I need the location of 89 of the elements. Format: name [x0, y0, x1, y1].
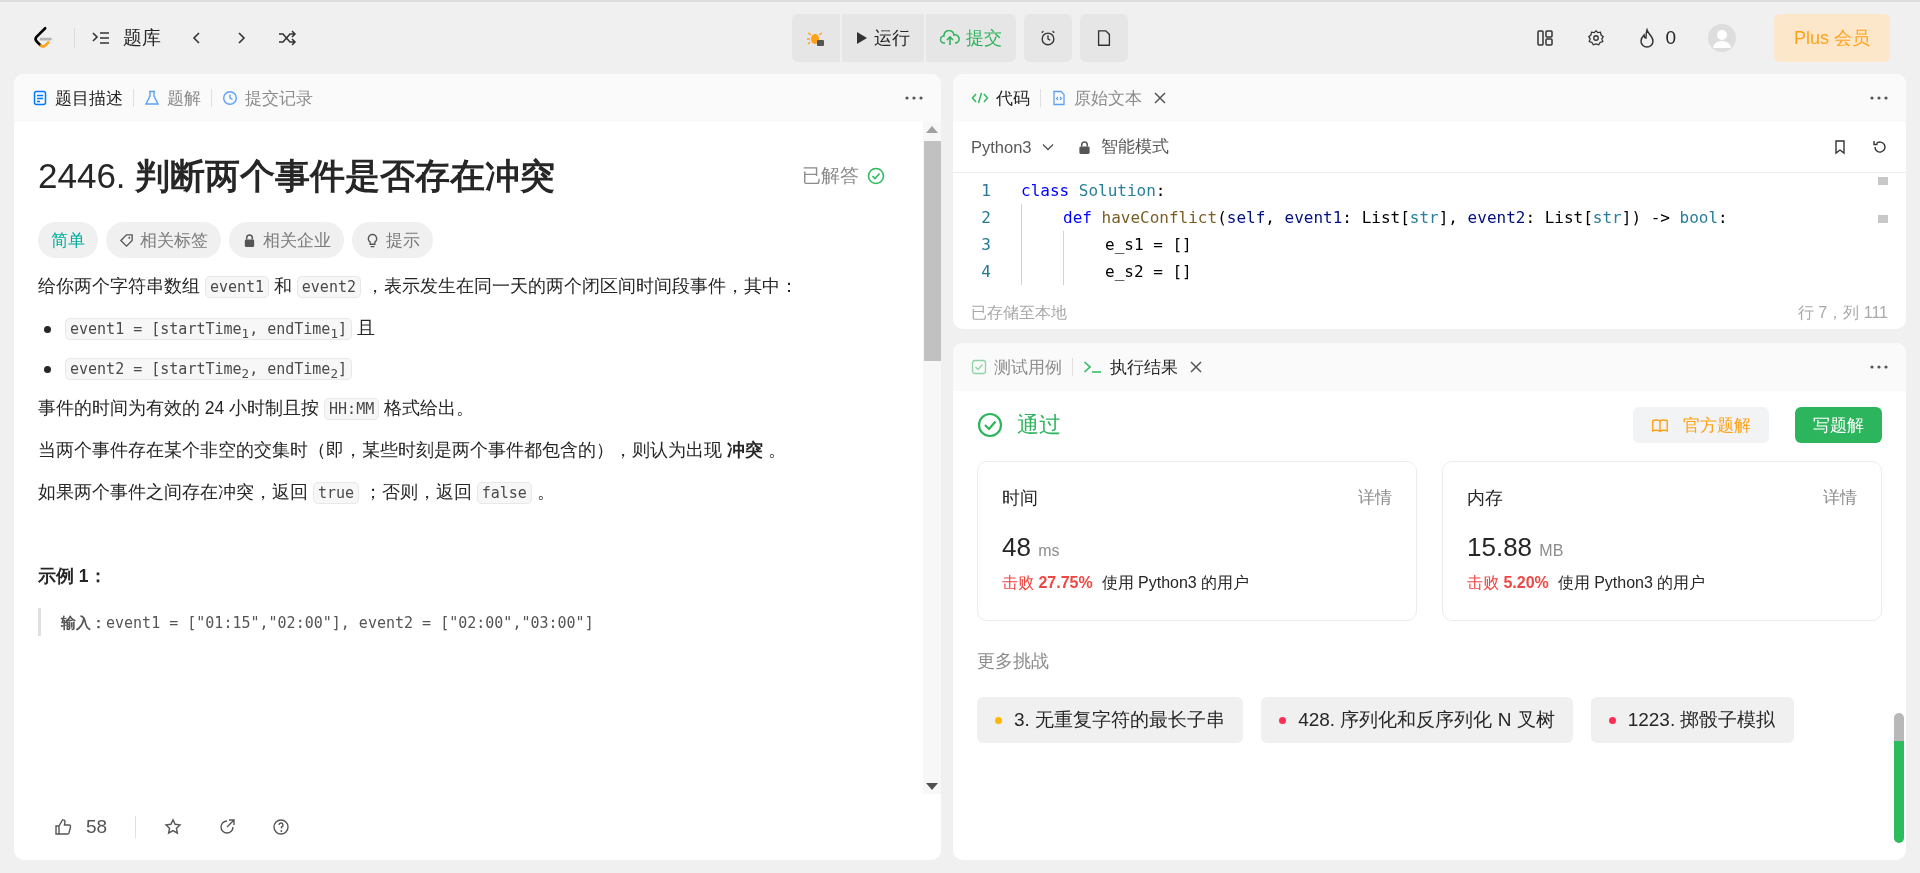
submit-button[interactable]: 提交 — [926, 14, 1016, 62]
star-icon[interactable] — [164, 818, 183, 836]
beat-text: 击败 27.75% 使用 Python3 的用户 — [1002, 573, 1251, 593]
close-icon[interactable] — [1190, 361, 1202, 373]
close-icon[interactable] — [1154, 92, 1166, 104]
alarm-clock-button[interactable] — [1024, 14, 1072, 62]
note-icon — [1095, 29, 1113, 47]
stat-label: 时间 — [1002, 487, 1038, 510]
history-icon — [222, 90, 238, 106]
more-options-icon[interactable] — [1870, 96, 1888, 100]
topic-tag[interactable]: 简单 — [38, 222, 98, 258]
more-options-icon[interactable] — [905, 96, 923, 100]
help-icon[interactable] — [272, 818, 291, 836]
bullet-icon — [44, 365, 51, 373]
more-options-icon[interactable] — [1870, 365, 1888, 369]
cloud-upload-icon — [940, 30, 960, 46]
write-solution-button[interactable]: 写题解 — [1795, 407, 1882, 443]
tag-icon — [119, 232, 134, 248]
share-icon[interactable] — [218, 818, 237, 836]
file-icon — [1051, 90, 1067, 106]
scrollbar[interactable] — [1894, 713, 1904, 843]
description-paragraph: 当两个事件存在某个非空的交集时（即，某些时刻是两个事件都包含的），则认为出现 冲突 。 — [38, 439, 787, 462]
lightbulb-icon — [365, 232, 380, 248]
topic-tag[interactable]: 相关企业 — [229, 222, 344, 258]
shuffle-icon[interactable] — [277, 28, 297, 48]
panel-tab[interactable]: 代码 — [971, 86, 1030, 110]
topic-tag[interactable]: 提示 — [352, 222, 433, 258]
lock-icon — [242, 232, 257, 248]
panel-tab[interactable]: 提交记录 — [222, 86, 313, 110]
checkbox-icon — [971, 359, 987, 375]
description-paragraph: 事件的时间为有效的 24 小时制且按 HH:MM 格式给出。 — [38, 397, 476, 422]
language-dropdown[interactable]: Python3 — [971, 137, 1054, 157]
panel-tab[interactable]: 原始文本 — [1051, 86, 1142, 110]
mode-label: 智能模式 — [1100, 136, 1169, 157]
panel-tab[interactable]: 执行结果 — [1083, 355, 1178, 379]
code-line: e_s1 = [] — [1105, 235, 1192, 254]
like-count: 58 — [86, 816, 108, 838]
note-button[interactable] — [1080, 14, 1128, 62]
layout-icon[interactable] — [1535, 28, 1556, 48]
reset-icon[interactable] — [1872, 139, 1888, 155]
line-number: 2 — [980, 208, 992, 227]
stat-value: 15.88 MB — [1467, 532, 1565, 563]
description-paragraph: 给你两个字符串数组 event1 和 event2 ，表示发生在同一天的两个闭区间时间段事件，其中： — [38, 275, 799, 300]
code-line: def haveConflict(self, event1: List[str], event2: List[str]) -> bool: — [1063, 208, 1728, 227]
panel-tab[interactable]: 题目描述 — [32, 86, 123, 110]
bullet-icon — [44, 325, 51, 333]
play-icon — [856, 31, 868, 45]
line-number: 3 — [980, 235, 992, 254]
result-status: 通过 — [1017, 411, 1061, 439]
beat-text: 击败 5.20% 使用 Python3 的用户 — [1467, 573, 1707, 593]
chevron-down-icon — [1041, 143, 1054, 151]
code-icon — [971, 90, 989, 106]
challenge-chip[interactable]: 3. 无重复字符的最长子串 — [977, 697, 1244, 743]
challenge-chip[interactable]: 428. 序列化和反序列化 N 叉树 — [1261, 697, 1573, 743]
thumbs-up-icon[interactable] — [54, 818, 72, 836]
check-circle-icon — [977, 412, 1003, 438]
lock-icon — [1077, 139, 1091, 155]
run-button[interactable]: 运行 — [842, 14, 924, 62]
description-paragraph: 如果两个事件之间存在冲突，返回 true ；否则，返回 false 。 — [38, 481, 556, 506]
check-circle-icon — [867, 167, 885, 185]
example-text: 输入：event1 = ["01:15","02:00"], event2 = ["02:00","03:00"] — [61, 614, 594, 632]
example-heading: 示例 1： — [38, 565, 108, 588]
scrollbar[interactable] — [923, 122, 941, 794]
problem-title: 2446. 判断两个事件是否存在冲突 — [38, 155, 556, 197]
panel-tab[interactable]: 题解 — [144, 86, 201, 110]
bookmark-icon[interactable] — [1832, 139, 1848, 155]
problem-list-button[interactable]: 题库 — [91, 25, 161, 51]
panel-tab[interactable]: 测试用例 — [971, 355, 1062, 379]
solved-status: 已解答 — [802, 163, 859, 188]
code-line: e_s2 = [] — [1105, 262, 1192, 281]
stat-value: 48 ms — [1002, 532, 1061, 563]
challenge-chip[interactable]: 1223. 掷骰子模拟 — [1590, 697, 1794, 743]
cursor-position: 行 7，列 111 — [1797, 302, 1888, 323]
code-line: class Solution: — [1021, 181, 1166, 200]
save-status: 已存储至本地 — [971, 302, 1067, 323]
line-number: 4 — [980, 262, 992, 281]
streak-count: 0 — [1665, 27, 1676, 49]
alarm-clock-icon — [1039, 29, 1057, 47]
settings-icon[interactable] — [1587, 29, 1606, 47]
book-icon — [1651, 417, 1669, 433]
flask-icon — [144, 90, 160, 106]
topic-tag[interactable]: 相关标签 — [106, 222, 221, 258]
details-link[interactable]: 详情 — [1823, 486, 1857, 510]
document-icon — [32, 90, 48, 106]
section-heading: 更多挑战 — [977, 650, 1050, 673]
line-number: 1 — [980, 181, 992, 200]
stat-label: 内存 — [1467, 487, 1503, 510]
details-link[interactable]: 详情 — [1358, 486, 1392, 510]
terminal-icon — [1083, 360, 1103, 374]
